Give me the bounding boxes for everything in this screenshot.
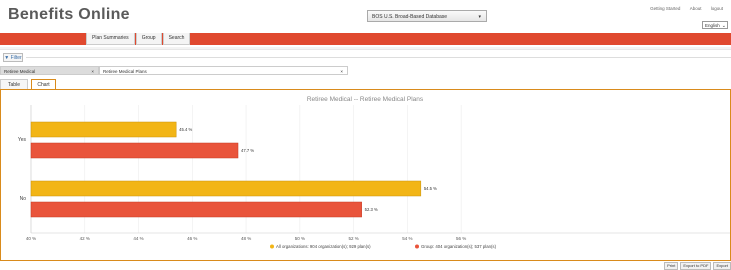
- bar: [30, 201, 362, 218]
- x-tick-label: 54 %: [402, 236, 412, 241]
- bottom-actions: Print Export to PDF Export: [662, 262, 731, 270]
- legend-label: Group: 404 organization(s); 537 plan(s): [421, 244, 497, 249]
- x-tick-label: 42 %: [80, 236, 90, 241]
- tab-table[interactable]: Table: [0, 79, 28, 89]
- tab-chart[interactable]: Chart: [31, 79, 56, 89]
- x-tick-label: 44 %: [133, 236, 143, 241]
- x-tick-label: 50 %: [295, 236, 305, 241]
- filter-select-primary-value: Retiree Medical: [4, 69, 36, 74]
- bar: [30, 121, 177, 138]
- language-select-value: English: [705, 23, 720, 28]
- bar: [30, 180, 422, 197]
- top-links: Getting Started About logout: [642, 6, 723, 11]
- print-button[interactable]: Print: [664, 262, 679, 270]
- export-pdf-button[interactable]: Export to PDF: [680, 262, 712, 270]
- filter-select-secondary-value: Retiree Medical Plans: [103, 69, 147, 74]
- x-tick-label: 56 %: [456, 236, 466, 241]
- chevron-down-icon: ▾: [478, 14, 481, 20]
- filter-button[interactable]: ▼ Filter: [3, 53, 23, 62]
- tab-plan-summaries[interactable]: Plan Summaries: [86, 33, 135, 45]
- bar: [30, 142, 239, 159]
- x-tick-label: 48 %: [241, 236, 251, 241]
- legend-marker: [270, 244, 274, 249]
- getting-started-link[interactable]: Getting Started: [650, 6, 680, 11]
- y-category-label: Yes: [18, 137, 27, 143]
- logout-link[interactable]: logout: [711, 6, 723, 11]
- filter-select-secondary[interactable]: Retiree Medical Plans ×: [99, 66, 348, 75]
- data-label: 54.5 %: [424, 186, 437, 191]
- database-select[interactable]: BOS U.S. Broad-Based Database ▾: [367, 10, 487, 22]
- chart-panel: Retiree Medical -- Retiree Medical Plans…: [0, 89, 731, 261]
- app-title: Benefits Online: [8, 6, 130, 23]
- clear-icon[interactable]: ×: [91, 67, 94, 76]
- tab-group[interactable]: Group: [135, 33, 162, 45]
- divider: [0, 47, 731, 50]
- divider: [26, 57, 731, 58]
- clear-icon[interactable]: ×: [340, 67, 343, 76]
- database-select-value: BOS U.S. Broad-Based Database: [372, 14, 448, 20]
- filter-icon: ▼: [4, 55, 10, 61]
- data-label: 45.4 %: [179, 127, 192, 132]
- export-button[interactable]: Export: [713, 262, 731, 270]
- data-label: 47.7 %: [241, 148, 254, 153]
- language-select[interactable]: English ⌄: [702, 21, 728, 29]
- filter-button-label: Filter: [10, 55, 22, 61]
- x-tick-label: 40 %: [26, 236, 36, 241]
- bar-chart: Retiree Medical -- Retiree Medical Plans…: [18, 96, 730, 249]
- chevron-down-icon: ⌄: [721, 23, 726, 29]
- x-tick-label: 52 %: [348, 236, 358, 241]
- chart-title: Retiree Medical -- Retiree Medical Plans: [307, 96, 424, 103]
- filter-select-primary[interactable]: Retiree Medical ×: [0, 66, 99, 75]
- data-label: 52.3 %: [365, 207, 378, 212]
- legend-label: All organizations: 904 organization(s); …: [276, 244, 371, 249]
- tab-search[interactable]: Search: [162, 33, 191, 45]
- x-tick-label: 46 %: [187, 236, 197, 241]
- main-nav-bar: Plan Summaries Group Search: [0, 33, 731, 45]
- y-category-label: No: [20, 196, 27, 202]
- legend-marker: [415, 244, 419, 249]
- about-link[interactable]: About: [690, 6, 702, 11]
